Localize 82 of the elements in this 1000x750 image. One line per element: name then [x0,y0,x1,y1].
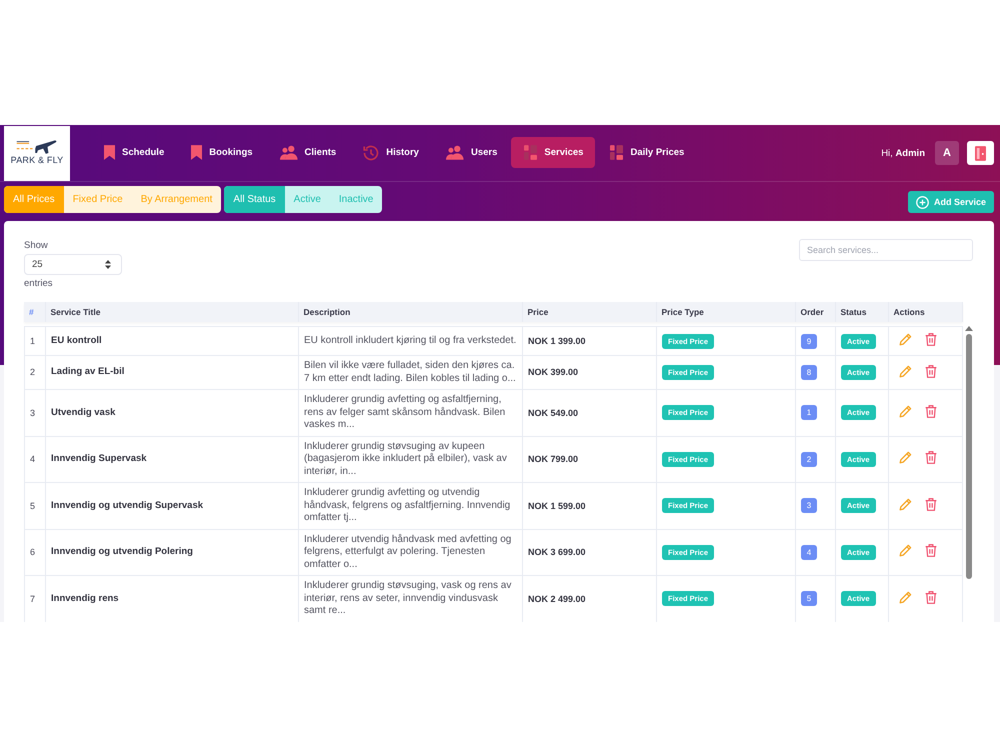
trash-icon [924,498,937,511]
nav-link[interactable]: Users [432,137,510,168]
entries-select[interactable]: 25 [24,254,122,275]
columns-icon [524,145,538,160]
pencil-icon [899,498,912,511]
avatar-button[interactable]: A [935,141,959,165]
table-cell: Utvendig vask [46,390,298,436]
history-icon [363,144,380,160]
order-badge: 8 [801,365,817,380]
column-header: Service Title [45,302,298,322]
pencil-icon [899,404,912,418]
nav-link[interactable]: Bookings [178,137,265,168]
plane-icon [15,138,59,154]
nav-link[interactable]: Schedule [91,137,176,168]
pencil-icon [899,451,912,464]
table-cell: 7 [24,576,46,622]
table-cell: NOK 399.00 [522,356,656,390]
table-cell: Inkluderer grundig støvsuging av kupeen (bagasjerom ikke inkludert på elbiler), vask av interiør, in... [298,436,522,482]
entries-label: entries [24,277,53,290]
greeting-text: Hi, Admin [881,148,925,158]
bookmark-icon [191,145,202,160]
column-header: Status [835,302,888,322]
columns-icon [610,145,624,160]
scrollbar-thumb[interactable] [966,334,972,579]
people-icon [446,145,464,160]
order-badge: 3 [801,498,817,514]
nav-link[interactable]: Daily Prices [597,137,696,168]
logout-button[interactable] [967,141,994,165]
trash-icon [924,404,937,418]
table-cell: Innvendig Supervask [46,436,298,482]
people-icon [280,145,298,160]
search-field[interactable]: Search services... [799,239,973,261]
table-cell: NOK 3 699.00 [522,529,656,576]
door-icon [975,146,986,160]
table-cell: 3 [24,390,46,436]
table-cell: Bilen vil ikke være fulladet, siden den kjøres ca. 7 km etter endt lading. Bilen kobles til lading o... [298,356,522,390]
order-badge: 2 [801,452,817,467]
pencil-icon [899,364,912,378]
updown-caret-icon [105,260,111,269]
order-badge: 4 [801,544,817,560]
table-cell: NOK 549.00 [522,390,656,436]
table-cell: NOK 1 599.00 [522,482,656,529]
logo-text: PARK & FLY [10,155,64,165]
table-cell: Inkluderer grundig avfetting og utvendig håndvask, felgrens og asfaltfjerning. Innvendig omfatter tj... [298,482,522,529]
column-header: Description [298,302,522,322]
table-cell: EU kontroll inkludert kjøring til og fra verkstedet. [298,326,522,356]
table-cell: NOK 1 399.00 [522,326,656,356]
trash-icon [924,590,937,604]
plus-circle-icon [916,196,929,208]
order-badge: 9 [801,334,817,348]
table-cell: Inkluderer grundig avfetting og asfaltfjerning, rens av felger samt skånsom håndvask. Bilen vaskes m... [298,390,522,436]
table-cell: 1 [24,326,46,356]
column-header: # [24,302,45,322]
nav-link[interactable]: Clients [266,137,348,168]
show-label: Show [24,239,48,252]
order-badge: 1 [801,405,817,420]
nav-link[interactable]: Services [511,137,596,168]
nav-link[interactable]: History [350,137,431,168]
pencil-icon [899,544,912,558]
trash-icon [924,451,937,464]
bookmark-icon [104,145,115,160]
table-cell: Innvendig og utvendig Supervask [46,482,298,529]
column-header: Actions [888,302,962,322]
scroll-up-arrow-icon[interactable] [964,326,972,331]
order-badge: 5 [801,591,817,606]
column-header: Price [522,302,656,322]
table-cell: Inkluderer utvendig håndvask med avfetting og felgrens, etterfulgt av polering. Tjenesten omfatter o... [298,529,522,576]
table-cell: 5 [24,482,46,529]
trash-icon [924,544,937,558]
pencil-icon [899,590,912,604]
table-cell: 6 [24,529,46,576]
table-cell: Lading av EL-bil [46,356,298,390]
pencil-icon [899,333,912,346]
column-header: Order [795,302,835,322]
trash-icon [924,333,937,346]
table-cell: 2 [24,356,46,390]
table-cell: Innvendig og utvendig Polering [46,529,298,576]
table-cell: 4 [24,436,46,482]
table-cell: NOK 799.00 [522,436,656,482]
column-header: Price Type [656,302,795,322]
table-cell: EU kontroll [46,326,298,356]
trash-icon [924,364,937,378]
